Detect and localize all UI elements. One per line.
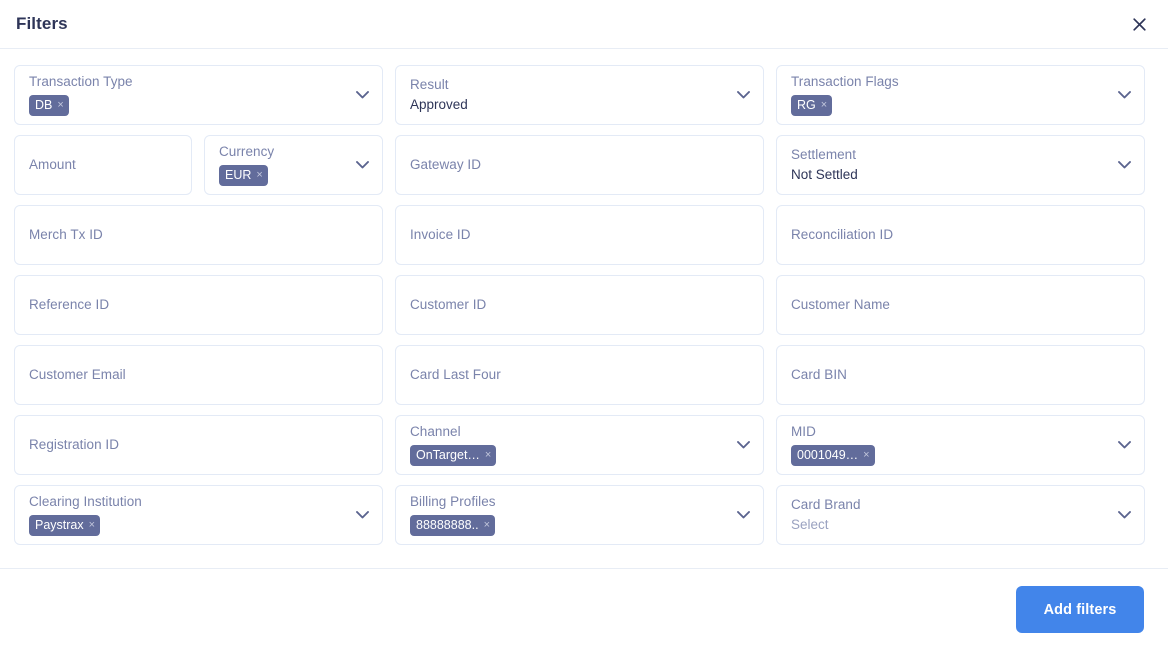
filter-value-card_brand: Select: [791, 516, 829, 532]
chip-label: RG: [797, 99, 816, 112]
filter-label-invoice_id: Invoice ID: [410, 226, 471, 242]
filter-field-currency[interactable]: Currency EUR ×: [204, 135, 383, 195]
filter-field-reconciliation_id[interactable]: Reconciliation ID: [776, 205, 1145, 265]
filter-chips-billing_profiles: 88888888.. ×: [410, 515, 749, 536]
filter-chips-currency: EUR ×: [219, 165, 368, 186]
filter-field-mid[interactable]: MID 0001049… ×: [776, 415, 1145, 475]
close-icon[interactable]: [1126, 11, 1152, 37]
filter-label-amount: Amount: [29, 156, 76, 172]
chip-label: 88888888..: [416, 519, 479, 532]
filter-label-customer_email: Customer Email: [29, 366, 126, 382]
filter-chips-channel: OnTarget… ×: [410, 445, 749, 466]
chip-label: EUR: [225, 169, 252, 182]
modal-footer: Add filters: [0, 568, 1168, 650]
chip-label: 0001049…: [797, 449, 859, 462]
page-title: Filters: [16, 14, 68, 33]
filter-field-amount[interactable]: Amount: [14, 135, 192, 195]
filter-field-settlement[interactable]: Settlement Not Settled: [776, 135, 1145, 195]
chip-label: DB: [35, 99, 53, 112]
filter-label-gateway_id: Gateway ID: [410, 156, 482, 172]
chip-label: Paystrax: [35, 519, 84, 532]
filter-label-customer_id: Customer ID: [410, 296, 487, 312]
filter-field-customer_id[interactable]: Customer ID: [395, 275, 764, 335]
chip-clearing_institution[interactable]: Paystrax ×: [29, 515, 101, 536]
filter-field-gateway_id[interactable]: Gateway ID: [395, 135, 764, 195]
chip-currency[interactable]: EUR ×: [219, 165, 268, 186]
filter-label-card_brand: Card Brand: [791, 496, 861, 512]
filter-field-transaction_flags[interactable]: Transaction Flags RG ×: [776, 65, 1145, 125]
chip-remove-icon[interactable]: ×: [256, 169, 262, 181]
filters-modal: Filters Transaction Type DB × Result Approve…: [0, 0, 1168, 650]
filter-label-reference_id: Reference ID: [29, 296, 110, 312]
filter-field-reference_id[interactable]: Reference ID: [14, 275, 383, 335]
filter-label-registration_id: Registration ID: [29, 436, 120, 452]
filter-field-billing_profiles[interactable]: Billing Profiles 88888888.. ×: [395, 485, 764, 545]
filter-label-mid: MID: [791, 424, 816, 440]
filter-field-channel[interactable]: Channel OnTarget… ×: [395, 415, 764, 475]
filter-field-card_bin[interactable]: Card BIN: [776, 345, 1145, 405]
filter-value-result: Approved: [410, 96, 468, 112]
chip-transaction_type[interactable]: DB ×: [29, 95, 69, 116]
chip-remove-icon[interactable]: ×: [821, 99, 827, 111]
filter-field-customer_email[interactable]: Customer Email: [14, 345, 383, 405]
filter-field-card_brand[interactable]: Card Brand Select: [776, 485, 1145, 545]
filter-label-channel: Channel: [410, 424, 461, 440]
chip-billing_profiles[interactable]: 88888888.. ×: [410, 515, 495, 536]
chip-transaction_flags[interactable]: RG ×: [791, 95, 833, 116]
filter-field-transaction_type[interactable]: Transaction Type DB ×: [14, 65, 383, 125]
filter-label-card_bin: Card BIN: [791, 366, 847, 382]
filter-label-currency: Currency: [219, 144, 275, 160]
add-filters-button[interactable]: Add filters: [1016, 586, 1144, 633]
chip-label: OnTarget…: [416, 449, 480, 462]
filter-label-clearing_institution: Clearing Institution: [29, 494, 142, 510]
filter-label-result: Result: [410, 76, 449, 92]
filter-label-billing_profiles: Billing Profiles: [410, 494, 496, 510]
filter-label-customer_name: Customer Name: [791, 296, 890, 312]
filter-label-merch_tx_id: Merch Tx ID: [29, 226, 103, 242]
filter-field-customer_name[interactable]: Customer Name: [776, 275, 1145, 335]
filter-value-settlement: Not Settled: [791, 166, 858, 182]
filter-label-card_last_four: Card Last Four: [410, 366, 501, 382]
filter-field-merch_tx_id[interactable]: Merch Tx ID: [14, 205, 383, 265]
filter-chips-mid: 0001049… ×: [791, 445, 1130, 466]
chip-mid[interactable]: 0001049… ×: [791, 445, 875, 466]
filter-label-transaction_type: Transaction Type: [29, 74, 133, 90]
filter-field-card_last_four[interactable]: Card Last Four: [395, 345, 764, 405]
filters-body: Transaction Type DB × Result Approved Transac…: [0, 49, 1168, 568]
filter-chips-transaction_type: DB ×: [29, 95, 368, 116]
filter-label-settlement: Settlement: [791, 146, 857, 162]
filter-field-result[interactable]: Result Approved: [395, 65, 764, 125]
filter-chips-transaction_flags: RG ×: [791, 95, 1130, 116]
filter-chips-clearing_institution: Paystrax ×: [29, 515, 368, 536]
chip-remove-icon[interactable]: ×: [484, 519, 490, 531]
chip-remove-icon[interactable]: ×: [57, 99, 63, 111]
chip-remove-icon[interactable]: ×: [863, 449, 869, 461]
modal-header: Filters: [0, 0, 1168, 49]
filter-label-reconciliation_id: Reconciliation ID: [791, 226, 894, 242]
filter-field-registration_id[interactable]: Registration ID: [14, 415, 383, 475]
filter-field-clearing_institution[interactable]: Clearing Institution Paystrax ×: [14, 485, 383, 545]
filter-field-invoice_id[interactable]: Invoice ID: [395, 205, 764, 265]
chip-remove-icon[interactable]: ×: [89, 519, 95, 531]
filter-label-transaction_flags: Transaction Flags: [791, 74, 899, 90]
filters-grid: Transaction Type DB × Result Approved Transac…: [14, 65, 1154, 545]
chip-channel[interactable]: OnTarget… ×: [410, 445, 497, 466]
chip-remove-icon[interactable]: ×: [485, 449, 491, 461]
